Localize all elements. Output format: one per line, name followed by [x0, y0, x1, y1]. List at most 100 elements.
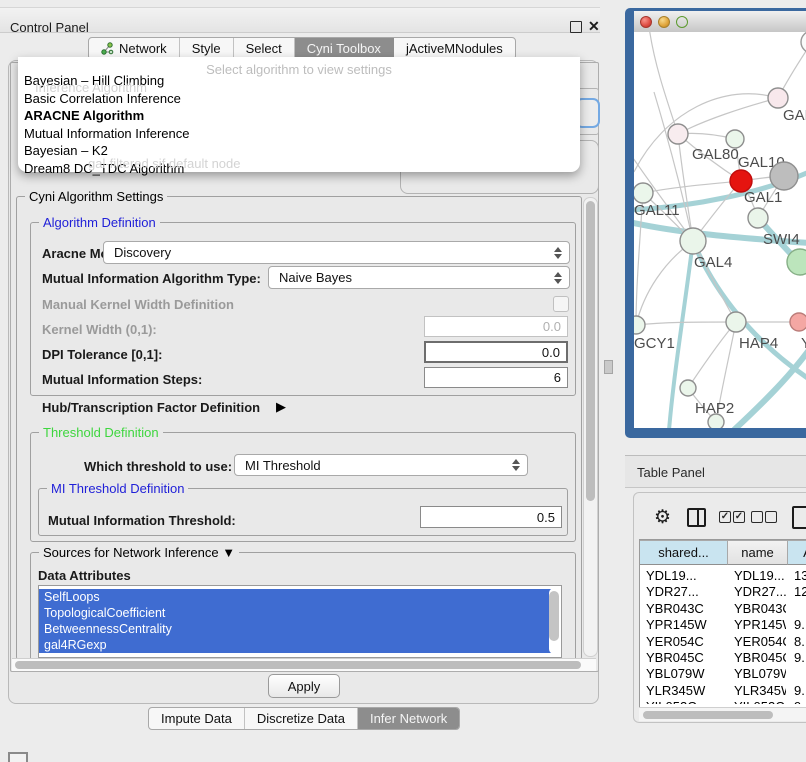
minimize-traffic-light[interactable]: [658, 16, 670, 28]
table-cell[interactable]: YBL079W: [734, 666, 786, 681]
table-cell[interactable]: YER054C: [646, 634, 726, 649]
tab-discretize-data[interactable]: Discretize Data: [245, 708, 358, 729]
table-cell[interactable]: 12: [794, 584, 806, 599]
close-traffic-light[interactable]: [640, 16, 652, 28]
table-cell[interactable]: YIL052C: [646, 699, 726, 704]
tab-infer-network[interactable]: Infer Network: [358, 708, 459, 729]
network-node-swi4[interactable]: [748, 208, 768, 228]
table-cell[interactable]: YDR27...: [646, 584, 726, 599]
table-hscrollbar-thumb[interactable]: [643, 711, 773, 719]
split-divider-handle[interactable]: [604, 360, 613, 374]
table-cell[interactable]: YPR145W: [734, 617, 786, 632]
data-attributes-list[interactable]: SelfLoopsTopologicalCoefficientBetweenne…: [38, 585, 562, 658]
close-panel-icon[interactable]: ✕: [588, 18, 600, 35]
checked-checkbox-icon[interactable]: ✓: [733, 511, 745, 523]
table-cell[interactable]: YBR045C: [734, 650, 786, 665]
mi-threshold-field[interactable]: 0.5: [420, 506, 562, 528]
table-cell[interactable]: YDL19...: [734, 568, 786, 583]
network-edge[interactable]: [643, 181, 741, 193]
table-cell[interactable]: YBR043C: [734, 601, 786, 616]
network-window-titlebar[interactable]: [634, 11, 806, 33]
network-graph[interactable]: GALGAL80GAL10GAL1GAL11SWI4GAL4GCY1HAP4YH…: [634, 32, 806, 428]
sources-legend[interactable]: Sources for Network Inference ▼: [39, 545, 239, 560]
network-node-gal80[interactable]: [668, 124, 688, 144]
network-node-gcy1[interactable]: [634, 316, 645, 334]
tab-select[interactable]: Select: [234, 38, 295, 59]
attribute-item[interactable]: BetweennessCentrality: [39, 621, 552, 637]
table-cell[interactable]: YDR27...: [734, 584, 786, 599]
network-node[interactable]: [770, 162, 798, 190]
attribute-item[interactable]: SelfLoops: [39, 589, 552, 605]
expand-right-icon[interactable]: ▶: [276, 399, 286, 415]
table-cell[interactable]: 13: [794, 568, 806, 583]
table-cell[interactable]: 9.: [794, 683, 806, 698]
network-node-gal4[interactable]: [680, 228, 706, 254]
tab-cyni-toolbox[interactable]: Cyni Toolbox: [295, 38, 394, 59]
network-node-hap2[interactable]: [680, 380, 696, 396]
tab-network[interactable]: Network: [89, 38, 180, 59]
attributes-scrollbar[interactable]: [549, 588, 559, 654]
network-node[interactable]: [787, 249, 806, 275]
table-cell[interactable]: YBR045C: [646, 650, 726, 665]
network-node-hap4[interactable]: [726, 312, 746, 332]
table-cell[interactable]: 9.: [794, 650, 806, 665]
table-cell[interactable]: YBL079W: [646, 666, 726, 681]
table-cell[interactable]: YPR145W: [646, 617, 726, 632]
unchecked-checkbox-icon[interactable]: [751, 511, 763, 523]
table-cell[interactable]: YLR345W: [646, 683, 726, 698]
table-hscrollbar[interactable]: [639, 707, 806, 721]
tab-impute-data[interactable]: Impute Data: [149, 708, 245, 729]
settings-scrollbar[interactable]: [583, 197, 598, 657]
checked-checkbox-icon[interactable]: ✓: [719, 511, 731, 523]
table-cell[interactable]: YER054C: [734, 634, 786, 649]
network-edge[interactable]: [649, 32, 678, 134]
page-icon[interactable]: [792, 506, 806, 529]
algorithm-option[interactable]: ARACNE Algorithm: [22, 107, 574, 124]
network-canvas[interactable]: GALGAL80GAL10GAL1GAL11SWI4GAL4GCY1HAP4YH…: [634, 32, 806, 428]
table-cell[interactable]: YBR043C: [646, 601, 726, 616]
network-edge[interactable]: [678, 98, 778, 134]
network-edge[interactable]: [636, 322, 736, 325]
aracne-mode-combo[interactable]: Discovery: [103, 241, 570, 264]
table-cell[interactable]: YLR345W: [734, 683, 786, 698]
zoom-traffic-light[interactable]: [676, 16, 688, 28]
apply-button[interactable]: Apply: [268, 674, 340, 698]
float-window-icon[interactable]: [570, 21, 582, 33]
gear-icon[interactable]: ⚙: [654, 506, 671, 529]
tab-jactivemnodules[interactable]: jActiveMNodules: [394, 38, 515, 59]
attributes-scrollbar-thumb[interactable]: [549, 591, 559, 641]
kernel-width-field[interactable]: 0.0: [424, 316, 568, 337]
network-node[interactable]: [801, 32, 806, 53]
collapse-down-icon[interactable]: ▼: [222, 545, 235, 560]
settings-scrollbar-thumb[interactable]: [586, 201, 595, 501]
network-node-y[interactable]: [790, 313, 806, 331]
table-cell[interactable]: YIL052C: [734, 699, 786, 704]
column-header-shared...[interactable]: shared...: [640, 540, 728, 565]
settings-hscrollbar[interactable]: [12, 658, 596, 671]
network-node[interactable]: [708, 414, 724, 428]
table-cell[interactable]: 8.: [794, 634, 806, 649]
column-header-name[interactable]: name: [728, 540, 788, 565]
table-cell[interactable]: YDL19...: [646, 568, 726, 583]
attribute-item[interactable]: gal4RGexp: [39, 637, 552, 653]
attribute-item[interactable]: TopologicalCoefficient: [39, 605, 552, 621]
settings-hscrollbar-thumb[interactable]: [15, 661, 581, 669]
network-edge[interactable]: [734, 350, 806, 428]
manual-kernel-checkbox[interactable]: [553, 296, 569, 312]
tab-style[interactable]: Style: [180, 38, 234, 59]
network-node-gal10[interactable]: [726, 130, 744, 148]
columns-icon[interactable]: [687, 508, 706, 527]
table-cell[interactable]: 9.: [794, 617, 806, 632]
algorithm-option[interactable]: Mutual Information Inference: [22, 125, 574, 142]
column-header-A[interactable]: A: [788, 540, 806, 565]
network-node-gal11[interactable]: [634, 183, 653, 203]
network-node-gal[interactable]: [768, 88, 788, 108]
mi-steps-field[interactable]: 6: [424, 367, 568, 388]
mi-type-combo[interactable]: Naive Bayes: [268, 266, 570, 289]
hub-definition-label[interactable]: Hub/Transcription Factor Definition: [42, 400, 260, 415]
dpi-tolerance-field[interactable]: 0.0: [424, 341, 568, 363]
table-cell[interactable]: 9.: [794, 699, 806, 704]
which-threshold-combo[interactable]: MI Threshold: [234, 454, 528, 476]
unchecked-checkbox-icon[interactable]: [765, 511, 777, 523]
collapsed-panel-icon[interactable]: [8, 752, 28, 762]
